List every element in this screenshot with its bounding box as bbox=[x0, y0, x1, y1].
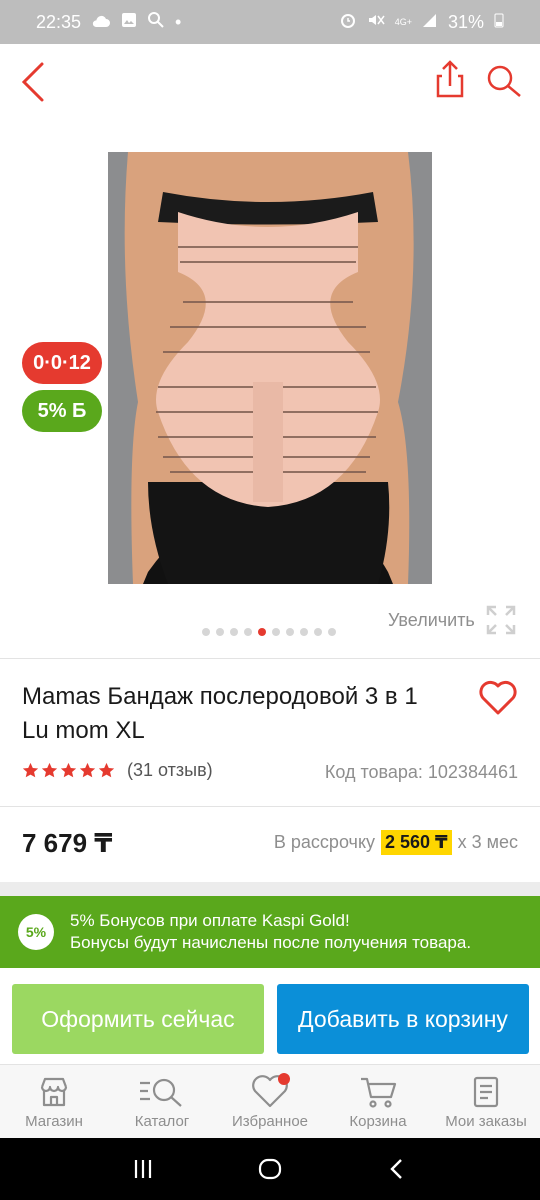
checkout-now-button[interactable]: Оформить сейчас bbox=[12, 984, 264, 1054]
gallery-icon bbox=[121, 12, 137, 33]
top-bar bbox=[0, 44, 540, 124]
nav-item-cart[interactable]: Корзина bbox=[324, 1065, 432, 1138]
battery-level: 31% bbox=[447, 11, 484, 32]
bonus-line-2: Бонусы будут начислены после получения т… bbox=[70, 933, 472, 952]
product-title: Mamas Бандаж послеродовой 3 в 1 Lu mom X… bbox=[22, 683, 418, 744]
bonus-banner[interactable]: 5% 5% Бонусов при оплате Kaspi Gold! Бон… bbox=[0, 896, 540, 968]
gallery-dot[interactable] bbox=[216, 628, 224, 636]
nav-label: Корзина bbox=[349, 1113, 407, 1130]
bonus-percent-badge: 5% bbox=[18, 914, 54, 950]
star-icon bbox=[41, 762, 58, 778]
gallery-dot[interactable] bbox=[202, 628, 210, 636]
installment-suffix: x 3 мес bbox=[457, 832, 518, 852]
gallery-dot[interactable] bbox=[244, 628, 252, 636]
signal-icon bbox=[422, 12, 438, 33]
gallery-dot[interactable] bbox=[300, 628, 308, 636]
chevron-left-icon bbox=[21, 62, 44, 102]
status-time: 22:35 bbox=[36, 11, 82, 32]
rating[interactable]: (31 отзыв) bbox=[22, 760, 213, 781]
favorite-button[interactable] bbox=[478, 680, 518, 716]
nav-item-favorites[interactable]: Избранное bbox=[216, 1065, 324, 1138]
status-bar: 22:35 • 4G+ 31% bbox=[0, 0, 540, 44]
nav-item-orders[interactable]: Мои заказы bbox=[432, 1065, 540, 1138]
heart-icon bbox=[479, 680, 517, 715]
share-button[interactable] bbox=[428, 58, 472, 102]
system-back-icon[interactable] bbox=[385, 1157, 409, 1181]
search-icon bbox=[487, 65, 521, 97]
installment-info: В рассрочку 2 560 ₸ x 3 мес bbox=[274, 830, 518, 855]
gallery-dot[interactable] bbox=[328, 628, 336, 636]
back-button[interactable] bbox=[12, 60, 56, 104]
nav-label: Избранное bbox=[231, 1113, 309, 1130]
star-rating bbox=[22, 762, 115, 779]
nav-label: Мои заказы bbox=[445, 1113, 527, 1130]
share-icon bbox=[436, 60, 464, 98]
bonus-badge: 5% Б bbox=[22, 390, 102, 432]
recent-apps-icon[interactable] bbox=[131, 1157, 155, 1181]
star-icon bbox=[98, 762, 115, 778]
gallery-dot[interactable] bbox=[230, 628, 238, 636]
network-label: 4G+ bbox=[394, 17, 412, 27]
gallery-pagination bbox=[202, 628, 336, 636]
bonus-text: 5% Бонусов при оплате Kaspi Gold! Бонусы… bbox=[70, 910, 471, 954]
installment-amount: 2 560 ₸ bbox=[381, 830, 452, 855]
catalog-icon bbox=[140, 1078, 182, 1107]
star-icon bbox=[79, 762, 96, 778]
nav-item-catalog[interactable]: Каталог bbox=[108, 1065, 216, 1138]
star-icon bbox=[60, 762, 77, 778]
nav-label: Каталог bbox=[134, 1113, 190, 1130]
cart-icon bbox=[361, 1077, 397, 1108]
gallery-dot[interactable] bbox=[286, 628, 294, 636]
system-nav-bar bbox=[0, 1138, 540, 1200]
battery-icon bbox=[494, 12, 504, 33]
gallery-dot[interactable] bbox=[272, 628, 280, 636]
installment-prefix: В рассрочку bbox=[273, 832, 376, 852]
expand-icon bbox=[486, 605, 516, 635]
product-code: Код товара: 102384461 bbox=[324, 762, 518, 782]
zoom-button[interactable]: Увеличить bbox=[388, 604, 517, 636]
orders-icon bbox=[473, 1076, 499, 1108]
product-price: 7 679 ₸ bbox=[22, 828, 113, 858]
search-button[interactable] bbox=[482, 58, 526, 102]
gallery-dot[interactable] bbox=[314, 628, 322, 636]
home-icon[interactable] bbox=[257, 1156, 283, 1182]
reviews-count[interactable]: (31 отзыв) bbox=[127, 760, 213, 781]
mute-icon bbox=[367, 11, 385, 34]
notification-dot bbox=[278, 1073, 290, 1085]
star-icon bbox=[22, 762, 39, 778]
section-gap bbox=[0, 882, 540, 896]
zoom-label: Увеличить bbox=[388, 609, 475, 630]
nav-item-store[interactable]: Магазин bbox=[0, 1065, 108, 1138]
search-status-icon bbox=[147, 11, 165, 34]
add-to-cart-button[interactable]: Добавить в корзину bbox=[277, 984, 529, 1054]
bottom-nav: Магазин Каталог Избранное Корзина Мои за… bbox=[0, 1064, 540, 1138]
divider bbox=[0, 658, 540, 659]
notification-dot-icon: • bbox=[175, 11, 182, 32]
gallery-dot-active[interactable] bbox=[258, 628, 266, 636]
cloud-icon bbox=[91, 12, 111, 33]
store-icon bbox=[40, 1077, 68, 1107]
product-image[interactable] bbox=[108, 152, 432, 584]
bonus-line-1: 5% Бонусов при оплате Kaspi Gold! bbox=[70, 911, 350, 930]
installment-badge: 0·0·12 bbox=[22, 342, 102, 384]
divider bbox=[0, 806, 540, 807]
nav-label: Магазин bbox=[25, 1113, 83, 1130]
alarm-icon bbox=[339, 11, 357, 34]
